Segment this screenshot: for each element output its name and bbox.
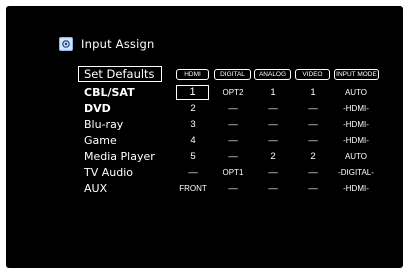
page-title: Input Assign	[81, 37, 155, 51]
cell-cbl-sat-video[interactable]: 1	[293, 86, 333, 99]
cell-media-player-hdmi[interactable]: 5	[173, 150, 213, 163]
cell-dvd-analog[interactable]: —	[253, 102, 293, 115]
cell-aux-video[interactable]: —	[293, 182, 333, 195]
cell-cbl-sat-analog[interactable]: 1	[253, 86, 293, 99]
cell-media-player-input-mode[interactable]: AUTO	[336, 150, 376, 163]
cell-dvd-video[interactable]: —	[293, 102, 333, 115]
cell-blu-ray-digital[interactable]: —	[213, 118, 253, 131]
cell-media-player-analog[interactable]: 2	[253, 150, 293, 163]
row-label-aux[interactable]: AUX	[84, 182, 107, 195]
cell-aux-digital[interactable]: —	[213, 182, 253, 195]
column-header-video: VIDEO	[295, 69, 330, 80]
row-label-cbl-sat[interactable]: CBL/SAT	[84, 86, 135, 99]
row-label-dvd[interactable]: DVD	[84, 102, 111, 115]
cell-media-player-digital[interactable]: —	[213, 150, 253, 163]
cell-tv-audio-input-mode[interactable]: -DIGITAL-	[336, 166, 376, 179]
set-defaults-button[interactable]: Set Defaults	[78, 66, 162, 82]
cell-game-input-mode[interactable]: -HDMI-	[336, 134, 376, 147]
column-header-digital: DIGITAL	[214, 69, 251, 80]
cell-aux-input-mode[interactable]: -HDMI-	[336, 182, 376, 195]
cell-blu-ray-video[interactable]: —	[293, 118, 333, 131]
row-label-blu-ray[interactable]: Blu-ray	[84, 118, 123, 131]
input-assign-icon	[59, 37, 73, 51]
header: Input Assign	[59, 37, 154, 51]
column-header-hdmi: HDMI	[176, 69, 209, 80]
cell-game-analog[interactable]: —	[253, 134, 293, 147]
cell-dvd-hdmi[interactable]: 2	[173, 102, 213, 115]
row-label-media-player[interactable]: Media Player	[84, 150, 155, 163]
cell-cbl-sat-digital[interactable]: OPT2	[213, 86, 253, 99]
cell-game-hdmi[interactable]: 4	[173, 134, 213, 147]
cell-blu-ray-analog[interactable]: —	[253, 118, 293, 131]
cell-cbl-sat-hdmi[interactable]: 1	[176, 85, 209, 100]
cell-dvd-input-mode[interactable]: -HDMI-	[336, 102, 376, 115]
cell-tv-audio-digital[interactable]: OPT1	[213, 166, 253, 179]
column-header-input-mode: INPUT MODE	[334, 69, 379, 80]
cell-media-player-video[interactable]: 2	[293, 150, 333, 163]
cell-game-digital[interactable]: —	[213, 134, 253, 147]
row-label-tv-audio[interactable]: TV Audio	[84, 166, 133, 179]
cell-blu-ray-input-mode[interactable]: -HDMI-	[336, 118, 376, 131]
cell-tv-audio-video[interactable]: —	[293, 166, 333, 179]
cell-blu-ray-hdmi[interactable]: 3	[173, 118, 213, 131]
input-assign-screen: Input Assign Set Defaults HDMI DIGITAL A…	[6, 6, 403, 268]
cell-aux-hdmi[interactable]: FRONT	[173, 182, 213, 195]
cell-dvd-digital[interactable]: —	[213, 102, 253, 115]
cell-game-video[interactable]: —	[293, 134, 333, 147]
row-label-game[interactable]: Game	[84, 134, 117, 147]
column-header-analog: ANALOG	[254, 69, 291, 80]
cell-aux-analog[interactable]: —	[253, 182, 293, 195]
cell-cbl-sat-input-mode[interactable]: AUTO	[336, 86, 376, 99]
cell-tv-audio-analog[interactable]: —	[253, 166, 293, 179]
cell-tv-audio-hdmi[interactable]: —	[173, 166, 213, 179]
